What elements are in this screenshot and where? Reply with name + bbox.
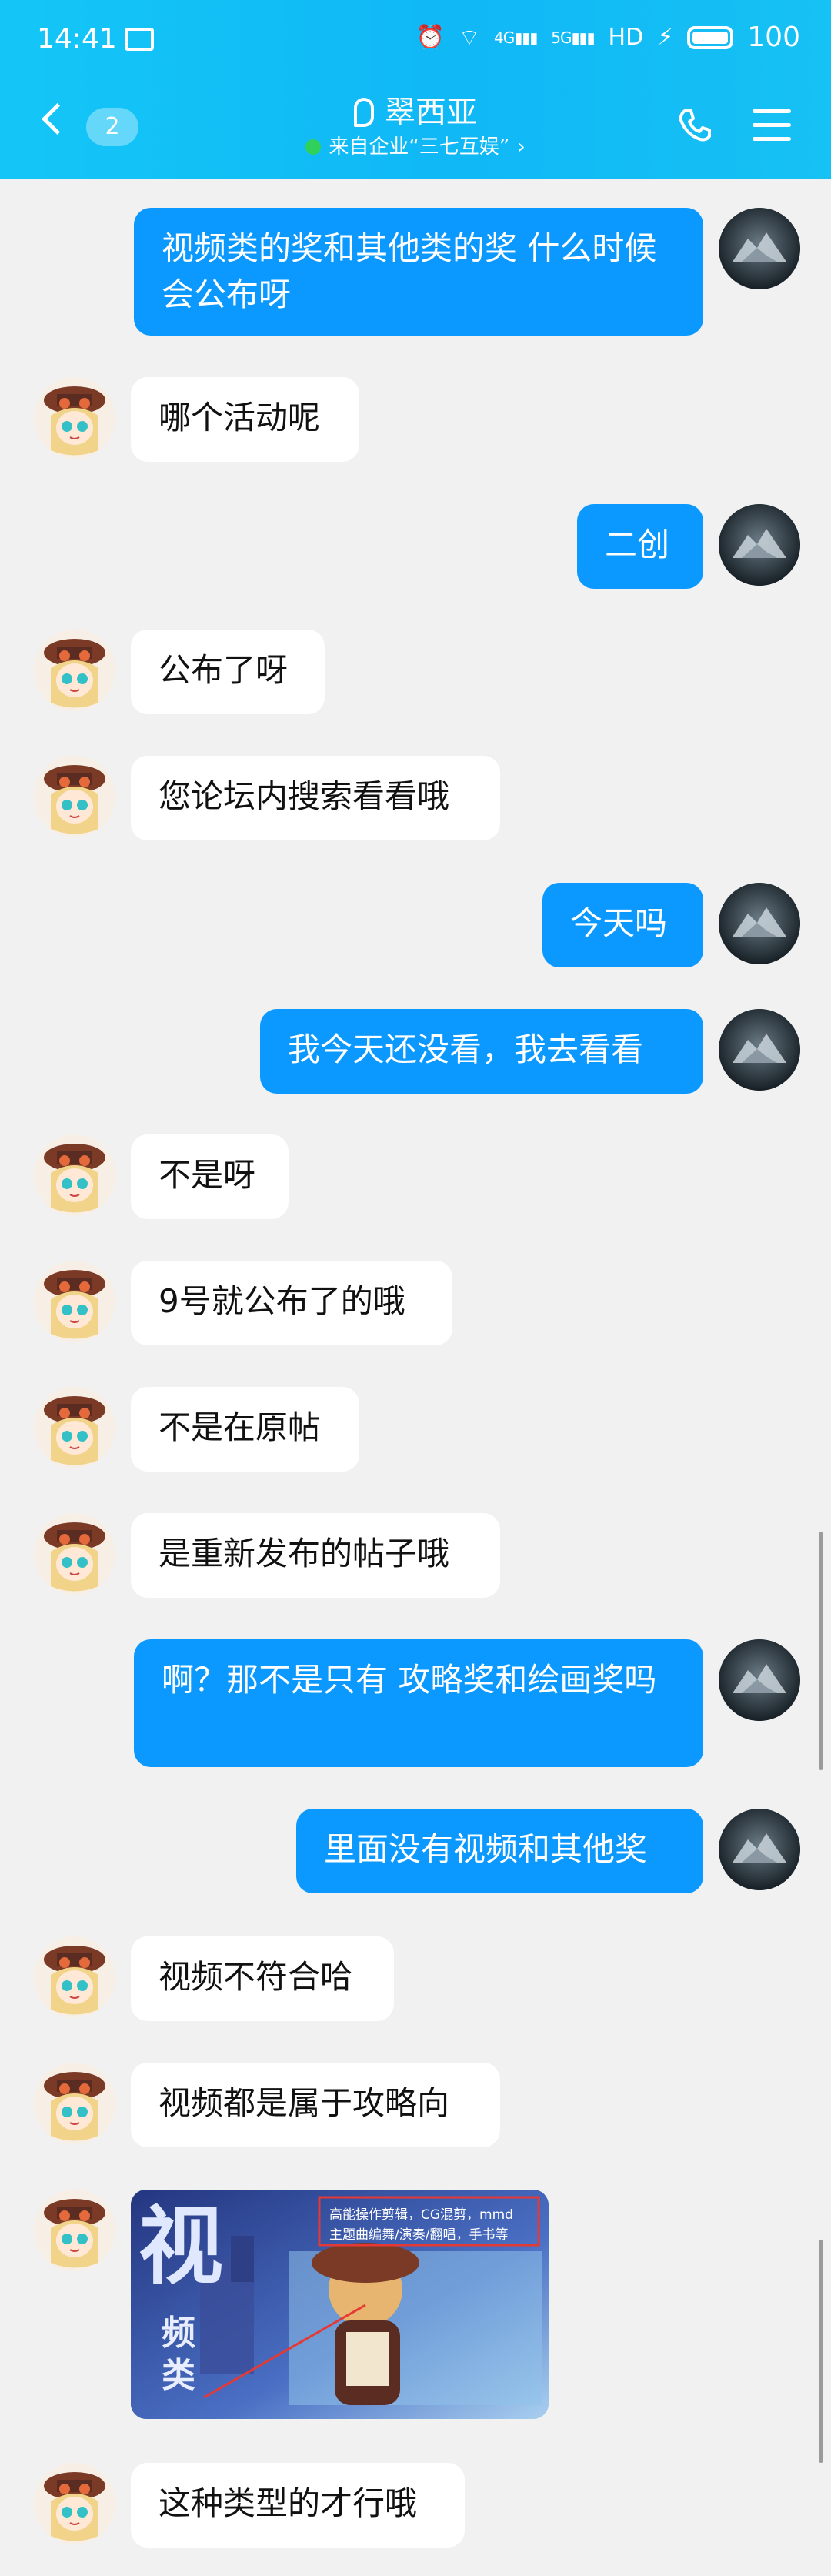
contact-company: 来自企业“三七互娱” [329, 135, 510, 159]
contact-avatar[interactable] [34, 756, 115, 837]
contact-avatar[interactable] [34, 630, 115, 711]
received-message-bubble[interactable]: 这种类型的才行哦 [131, 2463, 465, 2548]
contact-avatar[interactable] [34, 377, 115, 459]
contact-avatar[interactable] [34, 1513, 115, 1595]
my-avatar[interactable] [719, 1809, 800, 1890]
chat-title-block[interactable]: 翠西亚 来自企业“三七互娱” › [262, 91, 569, 160]
gallery-notification-icon [125, 28, 154, 51]
contact-avatar[interactable] [34, 2463, 115, 2544]
my-avatar[interactable] [719, 504, 800, 586]
image-caption-line-2: 主题曲编舞/演奏/翻唱，手书等 [329, 2227, 509, 2243]
battery-level: 100 [747, 22, 800, 53]
unread-count-badge[interactable]: 2 [86, 108, 138, 146]
received-message-bubble[interactable]: 视频都是属于攻略向 [131, 2063, 500, 2147]
status-icons: ⏰ ⌔ 4G▮▮▮ 5G▮▮▮ HD ⚡ 100 [416, 22, 800, 53]
received-message-bubble[interactable]: 9号就公布了的哦 [131, 1261, 452, 1345]
status-bar: 14:41 ⏰ ⌔ 4G▮▮▮ 5G▮▮▮ HD ⚡ 100 [0, 0, 831, 86]
my-avatar[interactable] [719, 1639, 800, 1721]
image-small-char-2: 类 [162, 2356, 195, 2395]
sent-message-bubble[interactable]: 啊？那不是只有 攻略奖和绘画奖吗 [134, 1639, 703, 1767]
contact-avatar[interactable] [34, 1134, 115, 1216]
sent-message-bubble[interactable]: 今天吗 [542, 883, 703, 967]
received-message-bubble[interactable]: 不是呀 [131, 1134, 289, 1219]
contact-avatar[interactable] [34, 2063, 115, 2144]
battery-icon [687, 25, 734, 49]
sent-message-bubble[interactable]: 里面没有视频和其他奖 [296, 1809, 703, 1893]
my-avatar[interactable] [719, 883, 800, 964]
status-time: 14:41 [37, 23, 117, 55]
received-message-bubble[interactable]: 您论坛内搜索看看哦 [131, 756, 500, 840]
contact-avatar[interactable] [34, 1261, 115, 1342]
contact-avatar[interactable] [34, 1387, 115, 1468]
scrollbar-upper[interactable] [819, 1532, 823, 1770]
back-arrow-icon[interactable] [38, 106, 68, 135]
signal-5g-icon: 5G▮▮▮ [551, 28, 595, 47]
image-big-char: 视 [138, 2197, 223, 2296]
charging-icon: ⚡ [657, 24, 674, 51]
menu-icon[interactable] [753, 109, 791, 143]
received-message-bubble[interactable]: 哪个活动呢 [131, 377, 359, 462]
received-message-bubble[interactable]: 不是在原帖 [131, 1387, 359, 1472]
received-message-bubble[interactable]: 视频不符合哈 [131, 1936, 394, 2021]
network-type-label: HD [608, 24, 644, 51]
scrollbar-lower[interactable] [819, 2240, 823, 2463]
image-caption-line-1: 高能操作剪辑，CG混剪，mmd [329, 2207, 513, 2223]
my-avatar[interactable] [719, 1009, 800, 1091]
received-message-bubble[interactable]: 公布了呀 [131, 630, 325, 714]
online-status-icon [305, 139, 322, 155]
sent-message-bubble[interactable]: 我今天还没看，我去看看 [260, 1009, 703, 1094]
image-message[interactable]: 视 频 类 高能操作剪辑，CG混剪，mmd 主题曲编舞/演奏/翻唱，手书等 [131, 2190, 549, 2419]
signal-4g-icon: 4G▮▮▮ [494, 28, 538, 47]
contact-avatar[interactable] [34, 1936, 115, 2018]
phone-icon[interactable] [676, 106, 714, 145]
received-message-bubble[interactable]: 是重新发布的帖子哦 [131, 1513, 500, 1598]
alarm-icon: ⏰ [416, 24, 445, 51]
contact-avatar[interactable] [34, 2190, 115, 2271]
contact-name: 翠西亚 [385, 95, 477, 130]
wifi-icon: ⌔ [458, 24, 481, 52]
ear-icon [354, 98, 374, 127]
sent-message-bubble[interactable]: 视频类的奖和其他类的奖 什么时候会公布呀 [134, 208, 703, 336]
sent-message-bubble[interactable]: 二创 [577, 504, 703, 589]
chevron-right-icon: › [517, 135, 526, 159]
chat-header: 14:41 ⏰ ⌔ 4G▮▮▮ 5G▮▮▮ HD ⚡ 100 2 翠西亚 来自企… [0, 0, 831, 179]
my-avatar[interactable] [719, 208, 800, 289]
